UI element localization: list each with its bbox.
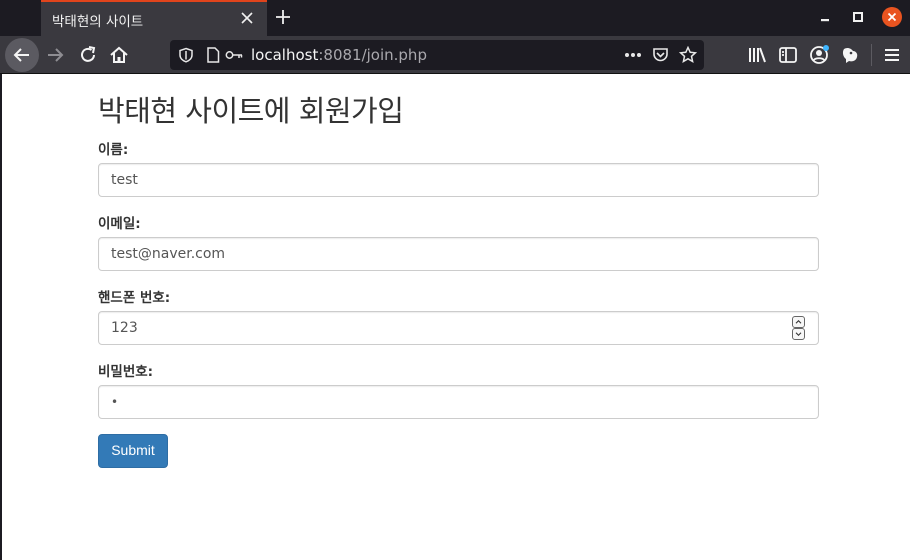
name-input[interactable]: test [98,163,819,197]
shield-icon[interactable] [178,47,194,63]
name-label: 이름: [98,142,129,158]
spin-up-icon[interactable] [792,316,805,328]
tab-strip: 박태현의 사이트 [0,0,910,36]
phone-input[interactable]: 123 [98,311,819,345]
home-icon[interactable] [107,43,131,67]
number-spinner[interactable] [792,316,805,340]
toolbar-separator [871,44,872,66]
page-icon[interactable] [206,47,220,63]
page-content: 박태현 사이트에 회원가입 이름: test 이메일: test@naver.c… [0,74,910,560]
menu-icon[interactable] [880,43,904,67]
email-input[interactable]: test@naver.com [98,237,819,271]
window-close-icon[interactable] [882,7,902,27]
pocket-icon[interactable] [652,47,669,63]
reload-icon[interactable] [76,43,100,67]
key-icon[interactable] [225,48,243,62]
back-icon [13,48,29,62]
active-tab[interactable]: 박태현의 사이트 [41,0,267,36]
more-icon[interactable] [624,52,642,58]
page-title: 박태현 사이트에 회원가입 [98,94,404,128]
url-bar[interactable]: localhost:8081/join.php [170,40,704,70]
minimize-icon[interactable] [816,8,834,26]
tab-strip-spacer [0,0,41,36]
extension-icon[interactable] [838,43,862,67]
phone-label: 핸드폰 번호: [98,290,171,306]
forward-icon[interactable] [43,43,67,67]
password-label: 비밀번호: [98,364,154,380]
tab-title: 박태현의 사이트 [52,14,144,30]
back-button[interactable] [5,38,39,72]
navigation-toolbar: localhost:8081/join.php [0,36,910,74]
password-input-value: • [111,395,119,409]
submit-button[interactable]: Submit [98,434,168,468]
tab-close-icon[interactable] [239,10,255,26]
url-path: :8081/join.php [318,46,427,64]
maximize-icon[interactable] [849,8,867,26]
name-input-value: test [111,172,138,188]
url-text[interactable]: localhost:8081/join.php [251,46,427,64]
account-icon[interactable] [807,43,831,67]
bookmark-star-icon[interactable] [679,46,697,64]
library-icon[interactable] [745,43,769,67]
email-label: 이메일: [98,216,141,232]
email-input-value: test@naver.com [111,246,226,262]
phone-input-value: 123 [111,320,138,336]
password-input[interactable]: • [98,385,819,419]
spin-down-icon[interactable] [792,328,805,340]
sidebar-icon[interactable] [776,43,800,67]
new-tab-icon[interactable] [274,8,292,26]
url-host: localhost [251,46,319,64]
